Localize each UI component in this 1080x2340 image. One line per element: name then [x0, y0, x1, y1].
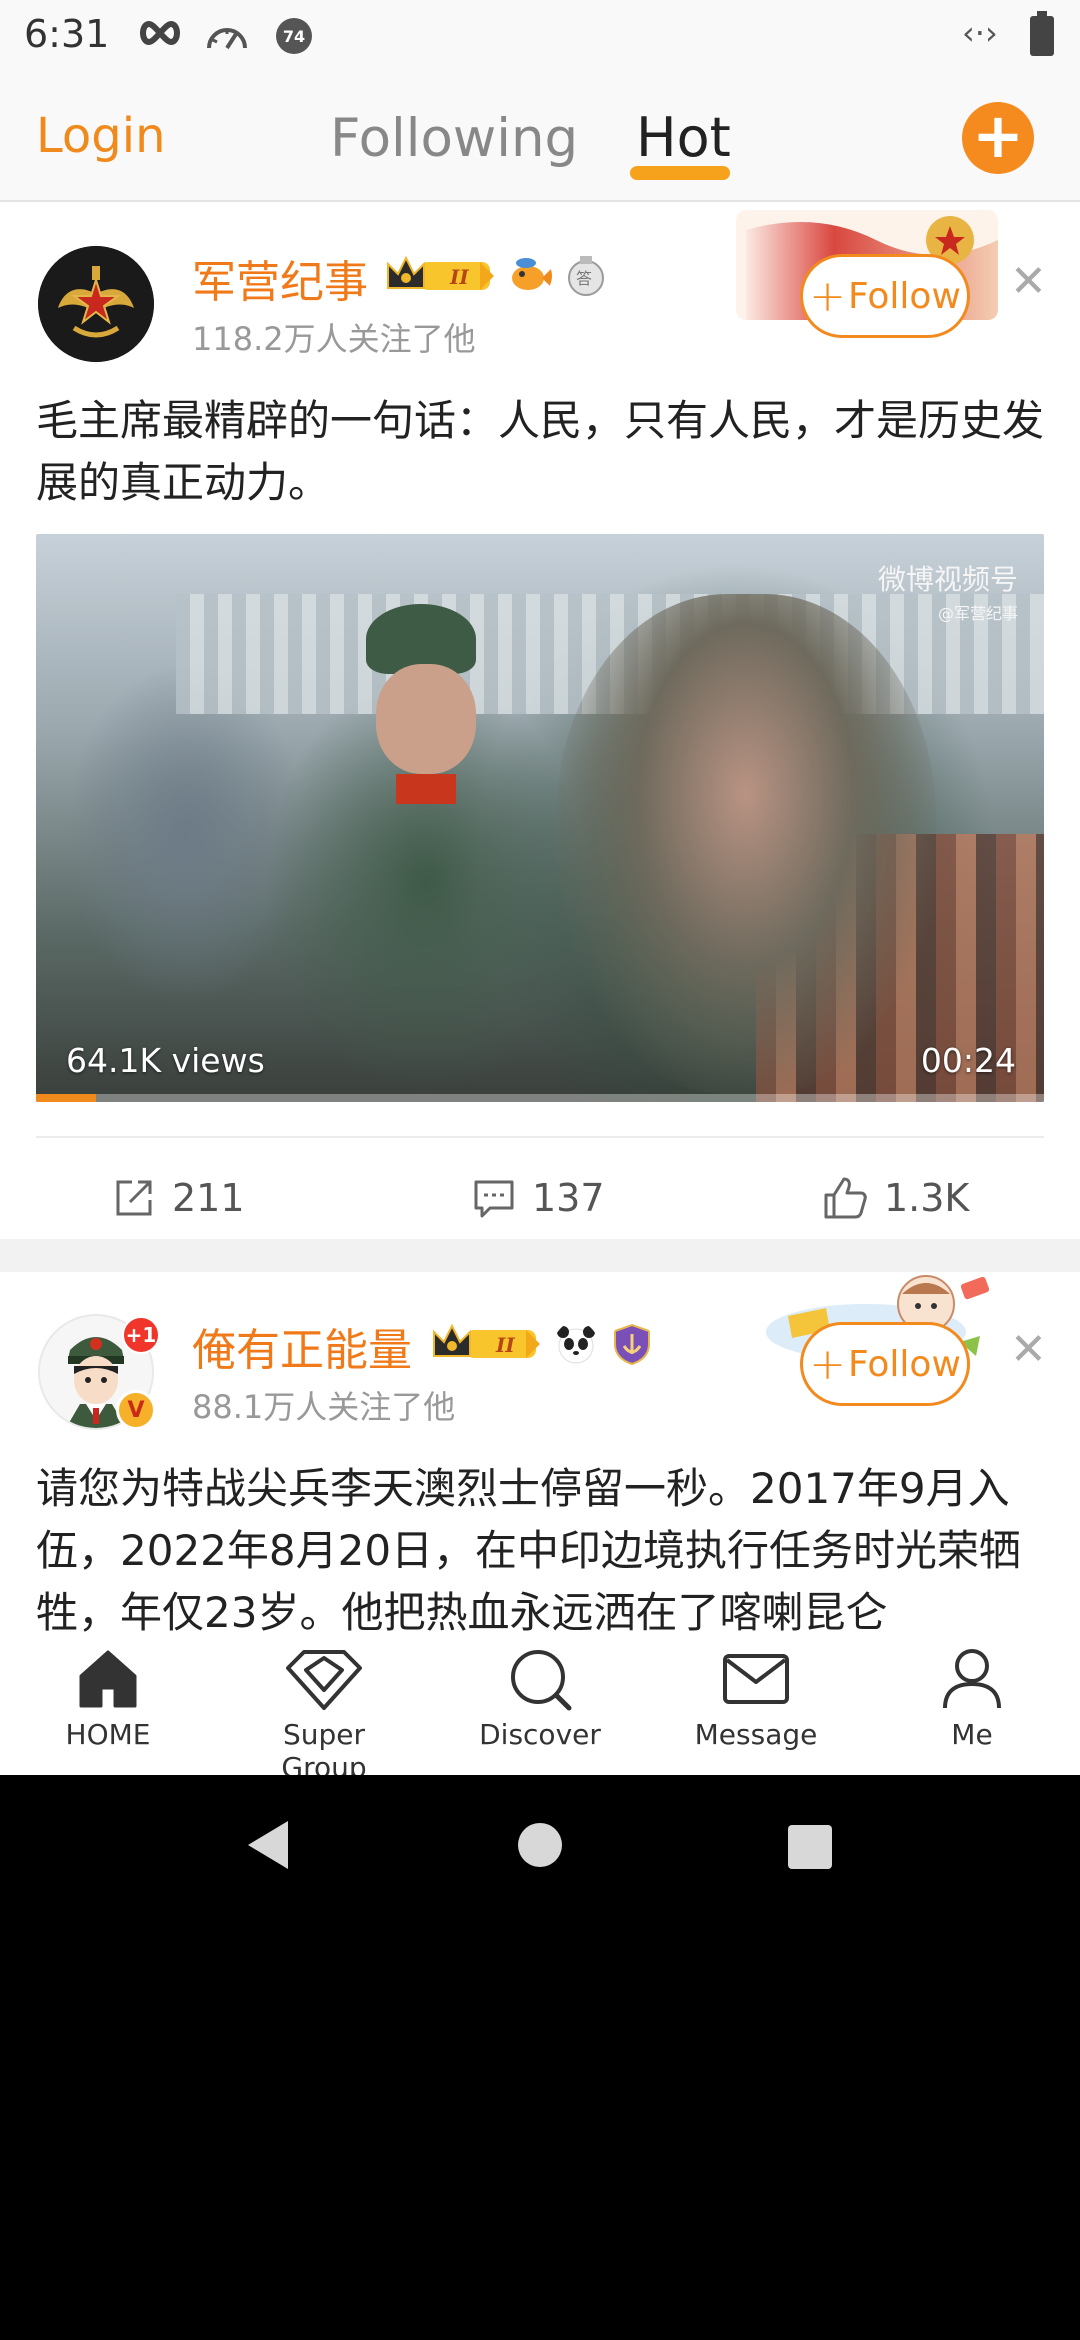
plus-icon: +: [809, 1338, 846, 1390]
vip-crown-badge-icon: II: [433, 1323, 540, 1358]
like-button[interactable]: 1.3K: [822, 1168, 969, 1228]
username[interactable]: 俺有正能量: [192, 1314, 412, 1378]
data-transfer-icon: ‹·›: [962, 14, 998, 52]
diamond-icon: [286, 1650, 362, 1710]
bottom-tab-bar: HOME Super Group Discover Message Me: [0, 1632, 1080, 1775]
avatar[interactable]: [38, 246, 154, 362]
verified-icon: V: [116, 1390, 156, 1430]
divider: [36, 1136, 1044, 1138]
tab-hot[interactable]: Hot: [636, 106, 731, 169]
follower-count: 118.2万人关注了他: [192, 320, 476, 358]
panda-badge-icon: [557, 1326, 595, 1364]
follow-button[interactable]: + Follow: [800, 254, 970, 338]
notification-badge-icon: 74: [276, 18, 312, 54]
video-views: 64.1K views: [66, 1041, 265, 1080]
compose-button[interactable]: +: [962, 102, 1034, 174]
tab-label: Me: [951, 1718, 993, 1751]
status-time: 6:31: [24, 12, 110, 56]
comment-icon: [474, 1180, 514, 1218]
fish-badge-icon: [512, 258, 552, 290]
follower-count: 88.1万人关注了他: [192, 1388, 456, 1426]
army-emblem-icon: [38, 246, 154, 362]
thumbs-up-icon: [824, 1177, 867, 1219]
tab-super-group[interactable]: Super Group: [244, 1646, 404, 1775]
tab-label: Discover: [479, 1718, 601, 1751]
comment-count: 137: [532, 1176, 605, 1220]
post-text[interactable]: 请您为特战尖兵李天澳烈士停留一秒。2017年9月入伍，2022年8月20日，在中…: [36, 1458, 1044, 1644]
video-frame-face: [376, 664, 476, 774]
home-icon: [79, 1650, 137, 1708]
follow-button[interactable]: + Follow: [800, 1322, 970, 1406]
video-progress-bar[interactable]: [36, 1094, 1044, 1102]
envelope-icon: [723, 1654, 789, 1704]
video-frame-blur: [556, 594, 936, 1094]
app-screen: 6:31 74 ‹·› Login Following Hot + 军营纪事 I…: [0, 0, 1080, 1775]
watermark-sub: @军营纪事: [937, 604, 1018, 623]
tab-home[interactable]: HOME: [28, 1646, 188, 1766]
video-duration: 00:24: [920, 1041, 1016, 1080]
battery-icon: [1030, 11, 1054, 56]
svg-text:答: 答: [576, 269, 592, 288]
tab-following[interactable]: Following: [330, 108, 578, 169]
watermark-main: 微博视频号: [877, 563, 1018, 596]
plus-icon: +: [809, 270, 846, 322]
login-link[interactable]: Login: [36, 108, 166, 164]
top-nav: Login Following Hot +: [0, 72, 1080, 202]
video-frame-collar: [396, 774, 456, 804]
video-watermark: 微博视频号 @军营纪事: [878, 558, 1018, 624]
share-button[interactable]: 211: [112, 1168, 245, 1228]
home-circle-icon[interactable]: [518, 1823, 562, 1867]
tab-label: Message: [694, 1718, 818, 1751]
active-tab-indicator: [630, 166, 730, 180]
search-icon: [511, 1650, 572, 1711]
person-icon: [943, 1649, 1001, 1709]
comment-button[interactable]: 137: [472, 1168, 605, 1228]
back-icon[interactable]: [244, 1819, 294, 1871]
tab-message[interactable]: Message: [676, 1646, 836, 1766]
system-nav-bar: [0, 1775, 1080, 1920]
infinity-icon: [140, 20, 180, 46]
close-icon[interactable]: ✕: [1010, 1324, 1047, 1375]
feed-post[interactable]: 军营纪事 II 答 118.2万人关注了他 + Follow ✕ 毛主席最精辟的…: [0, 204, 1080, 1239]
shield-badge-icon: [614, 1323, 650, 1366]
close-icon[interactable]: ✕: [1010, 256, 1047, 307]
share-count: 211: [172, 1176, 245, 1220]
video-player[interactable]: 微博视频号 @军营纪事 64.1K views 00:24: [36, 534, 1044, 1102]
recents-square-icon[interactable]: [788, 1825, 832, 1869]
speedometer-icon: [207, 28, 247, 50]
share-icon: [116, 1180, 152, 1216]
post-separator: [0, 1239, 1080, 1272]
follow-label: Follow: [847, 275, 961, 317]
like-count: 1.3K: [884, 1176, 970, 1220]
follow-label: Follow: [847, 1343, 961, 1385]
vip-crown-badge-icon: II: [387, 255, 494, 290]
tab-discover[interactable]: Discover: [460, 1646, 620, 1766]
username[interactable]: 军营纪事: [192, 246, 368, 310]
avatar-notification-badge: +1: [122, 1316, 160, 1354]
post-text[interactable]: 毛主席最精辟的一句话：人民，只有人民，才是历史发展的真正动力。: [36, 390, 1044, 514]
tab-label: HOME: [65, 1718, 151, 1751]
svg-text:II: II: [449, 265, 469, 289]
tab-label: Super Group: [281, 1718, 367, 1775]
status-bar: 6:31 74 ‹·›: [0, 0, 1080, 72]
tab-me[interactable]: Me: [892, 1646, 1052, 1766]
feed-post[interactable]: +1 V 俺有正能量 II 88.1万人关注了他 + Follow ✕ 请您为特…: [0, 1272, 1080, 1637]
medal-badge-icon: 答: [568, 256, 604, 296]
svg-text:II: II: [495, 1333, 515, 1357]
video-progress-fill: [36, 1094, 97, 1102]
